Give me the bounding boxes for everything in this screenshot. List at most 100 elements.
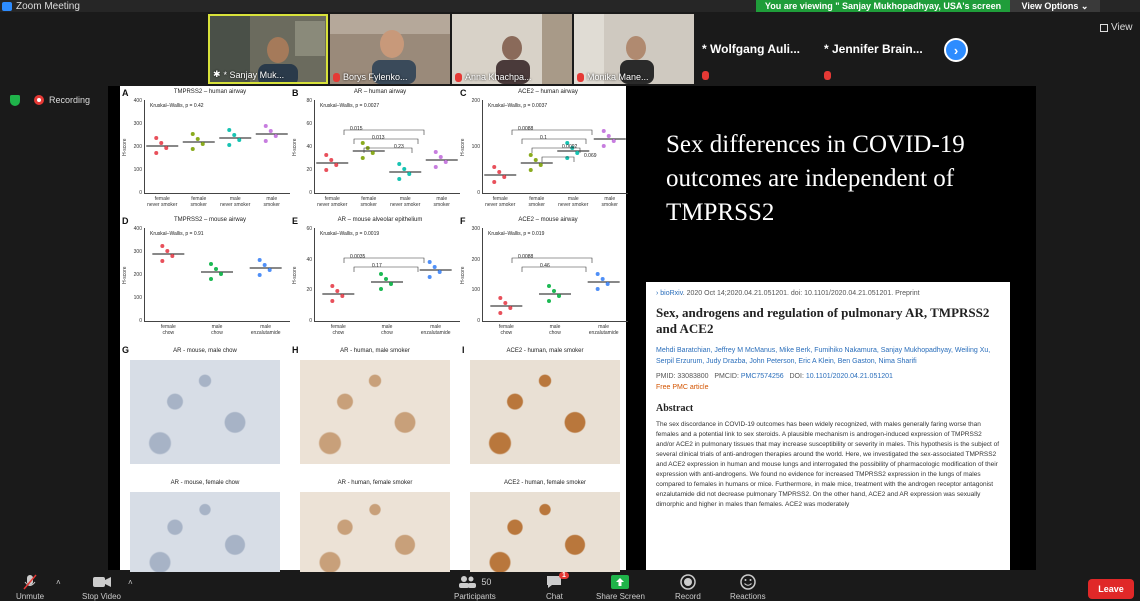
data-point bbox=[384, 277, 388, 281]
data-point bbox=[397, 162, 402, 166]
data-point bbox=[170, 254, 175, 258]
free-pmc-article-link[interactable]: Free PMC article bbox=[656, 384, 1000, 391]
source-link[interactable]: › bioRxiv bbox=[656, 290, 683, 297]
data-point bbox=[335, 289, 340, 293]
significance-bracket-label: 0.0088 bbox=[518, 126, 534, 132]
security-shield-icon[interactable] bbox=[10, 95, 20, 106]
y-tick-label: 100 bbox=[133, 295, 142, 301]
panel-data-points bbox=[322, 257, 452, 303]
data-point bbox=[257, 273, 262, 277]
panel-data-points bbox=[490, 257, 620, 315]
data-point bbox=[547, 299, 551, 303]
record-button[interactable]: Record bbox=[675, 574, 701, 601]
micrograph-title: AR - mouse, female chow bbox=[170, 480, 240, 486]
data-point bbox=[159, 141, 164, 145]
pmcid-link[interactable]: PMC7574256 bbox=[741, 373, 784, 380]
data-point bbox=[508, 306, 513, 310]
data-point bbox=[595, 272, 600, 276]
data-point bbox=[601, 129, 606, 133]
x-tick-label: male smoker bbox=[601, 196, 618, 208]
data-point bbox=[237, 138, 242, 142]
y-tick-label: 20 bbox=[306, 287, 312, 294]
x-tick-label: female chow bbox=[160, 324, 176, 336]
significance-bracket-label: 0.1 bbox=[540, 135, 547, 141]
data-point bbox=[528, 153, 533, 157]
participant-tile[interactable]: Anna Khachpa... bbox=[452, 14, 572, 84]
y-tick-label: 20 bbox=[306, 167, 312, 173]
leave-button[interactable]: Leave bbox=[1088, 579, 1134, 599]
shared-screen: A TMPRSS2 – human airway Kruskal–Wallis, p… bbox=[108, 86, 1036, 580]
data-point bbox=[329, 158, 334, 162]
participants-button[interactable]: 50 Participants bbox=[454, 574, 496, 601]
data-point bbox=[502, 175, 507, 179]
slide-title: Sex differences in COVID-19 outcomes are… bbox=[666, 131, 965, 226]
significance-bracket-label: 0.013 bbox=[372, 135, 385, 141]
data-point bbox=[497, 170, 502, 174]
significance-bracket bbox=[521, 266, 587, 272]
data-point bbox=[263, 124, 268, 128]
y-tick-label: 100 bbox=[133, 167, 142, 173]
data-point bbox=[595, 287, 600, 291]
y-tick-label: 60 bbox=[306, 226, 312, 232]
stop-video-button[interactable]: Stop Video bbox=[82, 574, 121, 601]
muted-mic-icon bbox=[23, 574, 37, 590]
data-point bbox=[389, 282, 393, 286]
data-point bbox=[227, 143, 232, 147]
participant-name: Monika Mane... bbox=[577, 72, 649, 82]
chevron-up-icon: ˄ bbox=[128, 577, 133, 587]
significance-bracket-label: 0.17 bbox=[372, 263, 382, 269]
data-point bbox=[190, 132, 195, 136]
unmute-button[interactable]: Unmute bbox=[16, 574, 44, 601]
data-point bbox=[437, 270, 442, 274]
panel-letter: D bbox=[122, 216, 129, 226]
participant-name: Anna Khachpa... bbox=[455, 72, 532, 82]
author-list[interactable]: Mehdi Baratchian, Jeffrey M McManus, Mik… bbox=[656, 345, 1000, 367]
data-point bbox=[209, 262, 213, 266]
participants-icon bbox=[459, 576, 477, 588]
data-point bbox=[219, 272, 223, 276]
reactions-button[interactable]: Reactions bbox=[730, 574, 766, 601]
data-point bbox=[433, 165, 438, 169]
data-point bbox=[407, 172, 412, 176]
data-point bbox=[165, 249, 170, 253]
data-point bbox=[154, 151, 159, 155]
y-tick-label: 100 bbox=[471, 287, 480, 294]
next-page-button[interactable]: › bbox=[944, 38, 968, 62]
panel-data-points bbox=[484, 129, 626, 184]
participant-tile[interactable]: * Jennifer Brain... bbox=[818, 14, 938, 84]
panel-title: ACE2 – human airway bbox=[518, 89, 578, 95]
y-tick-label: 80 bbox=[306, 98, 312, 104]
participant-name: ✱ * Sanjay Muk... bbox=[213, 69, 285, 80]
video-options-caret[interactable]: ˄ bbox=[128, 574, 133, 590]
data-point bbox=[432, 265, 437, 269]
data-point bbox=[330, 299, 335, 303]
data-point bbox=[606, 134, 611, 138]
video-camera-icon bbox=[92, 574, 111, 590]
meeting-toolbar bbox=[0, 572, 1140, 600]
recording-indicator[interactable]: Recording bbox=[34, 95, 90, 105]
chat-unread-badge: 1 bbox=[559, 572, 569, 579]
micrograph-title: AR - mouse, male chow bbox=[173, 348, 237, 354]
data-point bbox=[340, 294, 345, 298]
participant-tile[interactable]: Borys Fylenko... bbox=[330, 14, 450, 84]
data-point bbox=[552, 289, 556, 293]
view-options-button[interactable]: View Options ⌄ bbox=[1010, 0, 1100, 12]
y-tick-label: 300 bbox=[471, 226, 480, 232]
participant-tile[interactable]: ✱ * Sanjay Muk... bbox=[208, 14, 328, 84]
participant-tile[interactable]: Monika Mane... bbox=[574, 14, 694, 84]
data-point bbox=[263, 139, 268, 143]
data-point bbox=[443, 160, 448, 164]
y-tick-label: 400 bbox=[133, 226, 142, 232]
muted-mic-icon bbox=[824, 71, 831, 80]
share-screen-button[interactable]: Share Screen bbox=[596, 574, 645, 601]
data-point bbox=[498, 311, 503, 315]
view-layout-button[interactable]: View bbox=[1100, 22, 1133, 33]
panel-letter: E bbox=[292, 216, 299, 226]
micrograph-title: ACE2 - human, male smoker bbox=[506, 348, 584, 354]
unmute-options-caret[interactable]: ˄ bbox=[56, 574, 61, 590]
y-tick-label: 200 bbox=[133, 272, 142, 278]
panel-letter: F bbox=[460, 216, 466, 226]
paper-title: Sex, androgens and regulation of pulmona… bbox=[656, 305, 990, 336]
doi-link[interactable]: 10.1101/2020.04.21.051201 bbox=[806, 373, 893, 380]
participant-tile[interactable]: * Wolfgang Auli... bbox=[696, 14, 816, 84]
